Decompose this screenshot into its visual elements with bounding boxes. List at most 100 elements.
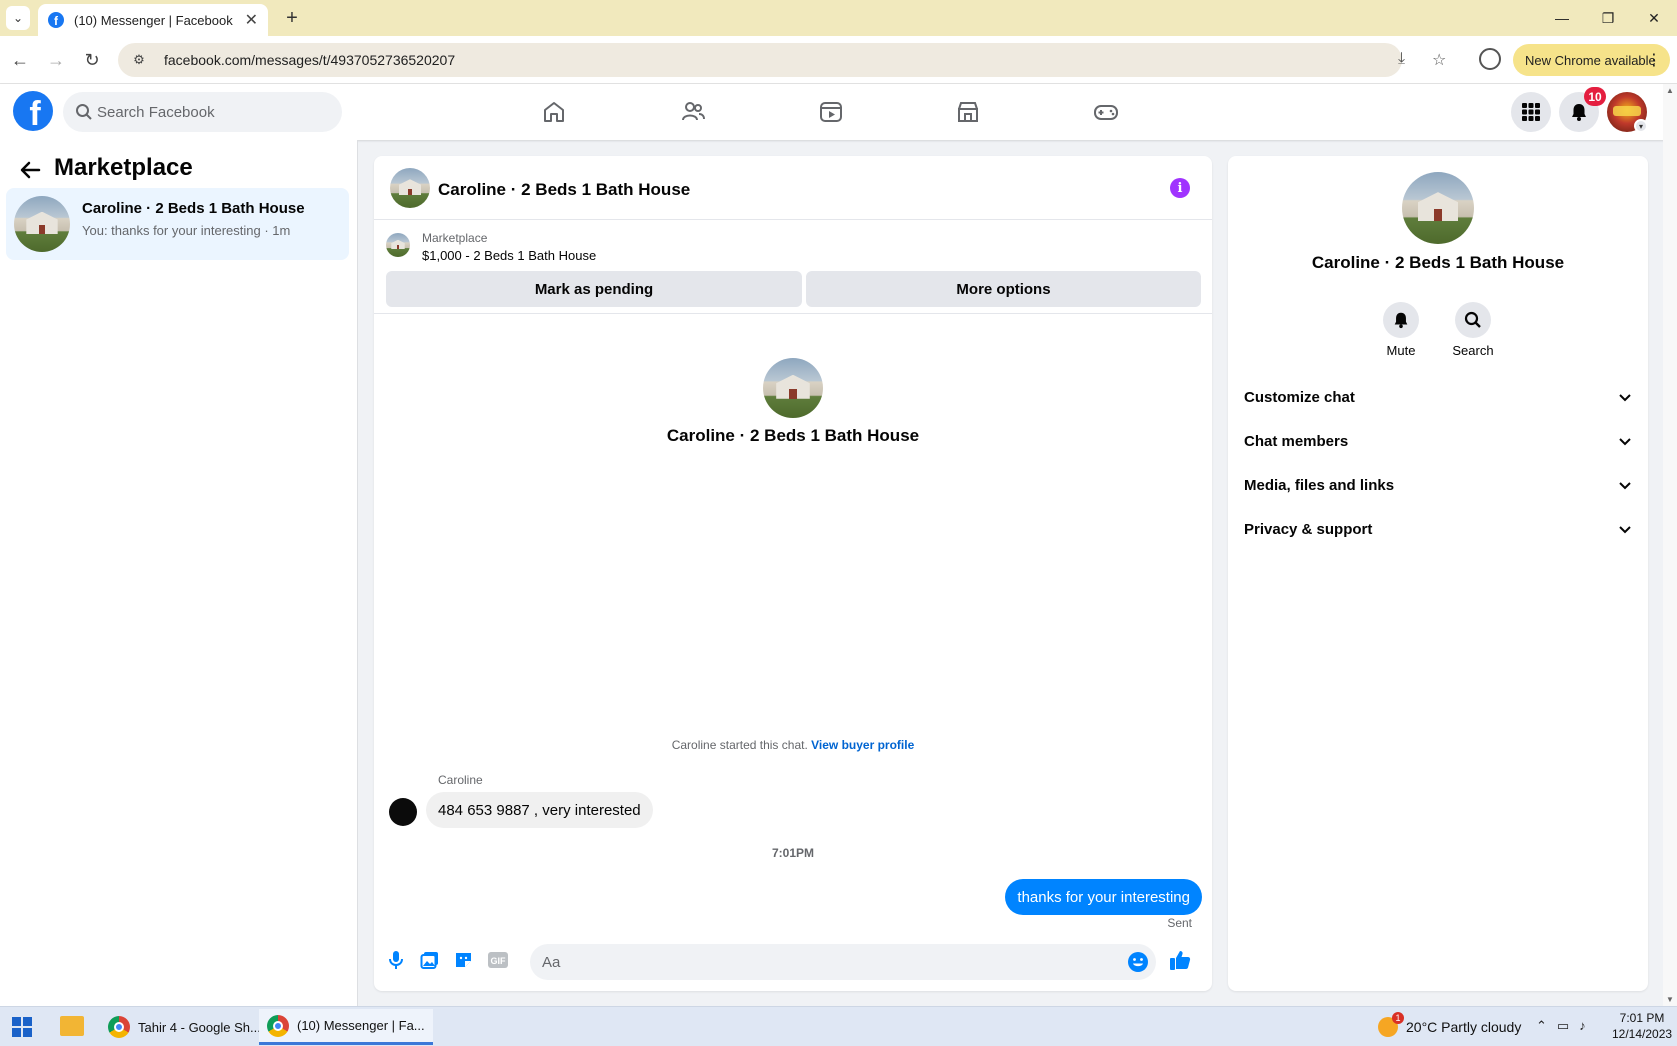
- conversation-info-icon[interactable]: i: [1170, 178, 1190, 198]
- facebook-header: f Search Facebook 10 ▾: [0, 84, 1677, 140]
- info-panel-avatar[interactable]: [1402, 172, 1474, 244]
- section-label: Privacy & support: [1244, 520, 1373, 538]
- clock-time: 7:01 PM: [1619, 1011, 1665, 1025]
- scroll-down-arrow-icon[interactable]: ▼: [1666, 995, 1674, 1004]
- browser-tab-strip: ⌄ f (10) Messenger | Facebook ✕ + — ❐ ✕: [0, 0, 1677, 36]
- new-chrome-available-button[interactable]: New Chrome available ⋮: [1513, 44, 1670, 76]
- chrome-icon: [108, 1016, 130, 1038]
- reload-icon[interactable]: ↻: [78, 46, 106, 74]
- marketplace-icon[interactable]: [952, 96, 984, 128]
- message-sender-name: Caroline: [438, 773, 483, 787]
- outgoing-message-bubble[interactable]: thanks for your interesting: [1005, 879, 1202, 915]
- message-input[interactable]: [530, 944, 1156, 980]
- menu-grid-icon[interactable]: [1511, 92, 1551, 132]
- listing-title[interactable]: $1,000 - 2 Beds 1 Bath House: [422, 248, 596, 263]
- network-icon[interactable]: ▭: [1557, 1018, 1569, 1034]
- mute-button[interactable]: Mute: [1361, 302, 1441, 358]
- notification-count-badge: 10: [1584, 87, 1606, 106]
- incoming-message-bubble[interactable]: 484 653 9887 , very interested: [426, 792, 653, 828]
- section-label: Chat members: [1244, 432, 1349, 450]
- marketplace-conversations-sidebar: Marketplace Caroline · 2 Beds 1 Bath Hou…: [0, 140, 358, 1006]
- tab-search-dropdown-icon[interactable]: ⌄: [6, 6, 30, 30]
- address-url: facebook.com/messages/t/4937052736520207: [164, 52, 456, 68]
- chat-header-avatar[interactable]: [390, 168, 430, 208]
- weather-sun-icon: [1378, 1012, 1404, 1037]
- conversation-info-panel: Caroline · 2 Beds 1 Bath House Mute Sear…: [1228, 156, 1648, 991]
- message-time-separator: 7:01PM: [771, 846, 815, 860]
- view-buyer-profile-link[interactable]: View buyer profile: [811, 738, 914, 752]
- gaming-icon[interactable]: [1090, 96, 1122, 128]
- taskbar-app-label: (10) Messenger | Fa...: [297, 1018, 425, 1033]
- conversation-snippet: You: thanks for your interesting · 1m: [82, 223, 291, 238]
- account-chevron-down-icon[interactable]: ▾: [1634, 119, 1648, 133]
- search-placeholder: Search Facebook: [97, 103, 215, 121]
- kebab-menu-icon[interactable]: ⋮: [1646, 50, 1662, 70]
- tab-close-icon[interactable]: ✕: [245, 10, 258, 30]
- bell-icon: [1383, 302, 1419, 338]
- window-close-button[interactable]: ✕: [1632, 0, 1676, 36]
- mark-as-pending-button[interactable]: Mark as pending: [386, 271, 802, 307]
- chat-intro-name: Caroline · 2 Beds 1 Bath House: [666, 426, 920, 445]
- window-minimize-button[interactable]: —: [1540, 0, 1584, 36]
- listing-source: Marketplace: [422, 231, 488, 245]
- section-label: Media, files and links: [1244, 476, 1395, 494]
- chat-started-notice: Caroline started this chat. View buyer p…: [374, 738, 1212, 752]
- scroll-up-arrow-icon[interactable]: ▲: [1666, 86, 1674, 95]
- address-bar[interactable]: ⚙ facebook.com/messages/t/49370527365202…: [118, 43, 1402, 77]
- chevron-down-icon: [1619, 482, 1631, 490]
- gif-icon[interactable]: GIF: [486, 948, 510, 972]
- more-options-button[interactable]: More options: [806, 271, 1201, 307]
- chat-intro-avatar: [763, 358, 823, 418]
- file-explorer-icon[interactable]: [60, 1016, 84, 1036]
- taskbar-clock[interactable]: 7:01 PM 12/14/2023: [1612, 1010, 1672, 1042]
- conversation-list-item[interactable]: Caroline · 2 Beds 1 Bath House You: than…: [6, 188, 349, 260]
- back-arrow-icon[interactable]: ←: [6, 46, 34, 74]
- chat-members-section[interactable]: Chat members: [1244, 421, 1632, 461]
- microphone-icon[interactable]: [384, 948, 408, 972]
- photo-attach-icon[interactable]: [418, 948, 442, 972]
- site-info-icon[interactable]: ⚙: [130, 51, 148, 69]
- media-files-links-section[interactable]: Media, files and links: [1244, 465, 1632, 505]
- chat-header: Caroline · 2 Beds 1 Bath House i: [374, 156, 1212, 220]
- browser-toolbar: ← → ↻ ⚙ facebook.com/messages/t/49370527…: [0, 36, 1677, 84]
- listing-thumbnail[interactable]: [386, 233, 410, 257]
- new-tab-button[interactable]: +: [278, 4, 306, 32]
- windows-start-icon[interactable]: [12, 1017, 32, 1037]
- taskbar-weather[interactable]: 20°C Partly cloudy: [1378, 1012, 1521, 1037]
- search-in-conversation-button[interactable]: Search: [1433, 302, 1513, 358]
- browser-tab-messenger[interactable]: f (10) Messenger | Facebook ✕: [38, 4, 268, 36]
- facebook-logo-icon[interactable]: f: [13, 91, 53, 131]
- browser-profile-icon[interactable]: [1479, 48, 1501, 70]
- page-scrollbar[interactable]: ▲ ▼: [1663, 84, 1677, 1006]
- conversation-name: Caroline · 2 Beds 1 Bath House: [82, 200, 305, 217]
- privacy-support-section[interactable]: Privacy & support: [1244, 509, 1632, 549]
- chrome-icon: [267, 1014, 289, 1037]
- section-label: Customize chat: [1244, 388, 1355, 406]
- install-app-icon[interactable]: ⤓: [1398, 50, 1405, 68]
- volume-icon[interactable]: ♪: [1579, 1018, 1586, 1034]
- sticker-icon[interactable]: [452, 948, 476, 972]
- bookmark-star-icon[interactable]: ☆: [1432, 50, 1446, 70]
- new-chrome-label: New Chrome available: [1525, 52, 1656, 68]
- taskbar-app-label: Tahir 4 - Google Sh...: [138, 1019, 261, 1035]
- home-icon[interactable]: [538, 96, 570, 128]
- video-icon[interactable]: [815, 96, 847, 128]
- tab-title: (10) Messenger | Facebook: [74, 12, 233, 28]
- friends-icon[interactable]: [677, 96, 709, 128]
- customize-chat-section[interactable]: Customize chat: [1244, 377, 1632, 417]
- svg-text:GIF: GIF: [491, 956, 507, 966]
- window-restore-button[interactable]: ❐: [1586, 0, 1630, 36]
- show-hidden-icons-chevron-icon[interactable]: ⌃: [1536, 1018, 1547, 1034]
- facebook-search-input[interactable]: Search Facebook: [63, 92, 342, 132]
- forward-arrow-icon[interactable]: →: [42, 46, 70, 74]
- taskbar-app-google-sheets[interactable]: Tahir 4 - Google Sh...: [100, 1009, 269, 1045]
- search-icon: [1455, 302, 1491, 338]
- chat-title[interactable]: Caroline · 2 Beds 1 Bath House: [438, 180, 690, 200]
- back-arrow-icon[interactable]: [16, 156, 44, 184]
- taskbar-app-messenger[interactable]: (10) Messenger | Fa...: [259, 1009, 433, 1045]
- emoji-icon[interactable]: [1126, 950, 1150, 974]
- sender-avatar[interactable]: [389, 798, 417, 826]
- thumbs-up-icon[interactable]: [1168, 948, 1192, 972]
- facebook-favicon-icon: f: [48, 12, 64, 28]
- info-panel-name: Caroline · 2 Beds 1 Bath House: [1311, 253, 1565, 272]
